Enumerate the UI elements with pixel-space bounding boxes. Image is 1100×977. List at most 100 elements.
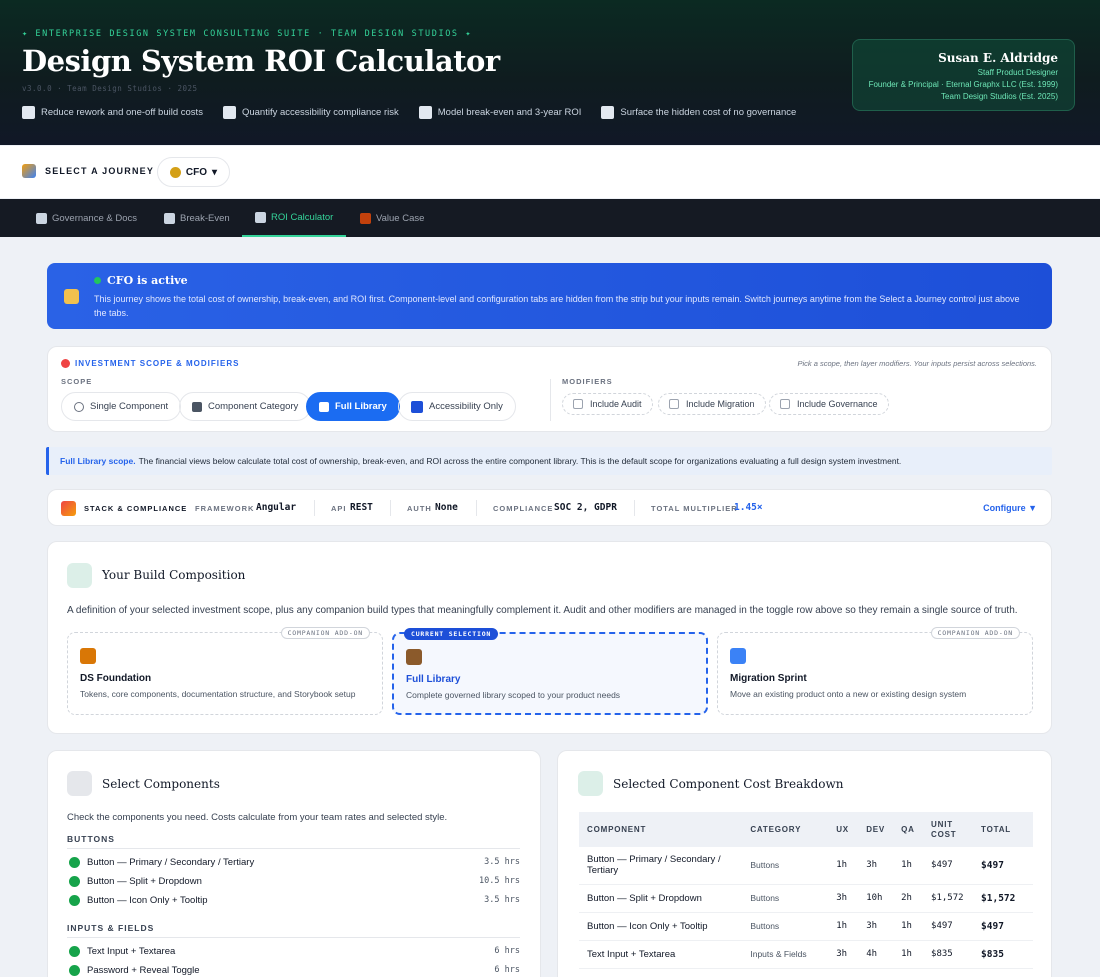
checkbox[interactable] xyxy=(573,399,583,409)
profile-role: Staff Product Designer xyxy=(977,68,1058,77)
companion-badge: COMPANION ADD-ON xyxy=(930,627,1020,639)
multiplier-value: 1.45× xyxy=(734,502,763,513)
modifier-include-governance[interactable]: Include Governance xyxy=(769,393,889,415)
component-row[interactable]: Button — Primary / Secondary / Tertiary 3… xyxy=(69,854,520,870)
select-components-card: Select Components Check the components y… xyxy=(47,750,541,977)
scope-option-label: Component Category xyxy=(208,401,299,412)
refresh-icon xyxy=(730,648,746,664)
clipboard-icon xyxy=(36,212,47,224)
component-row[interactable]: Text Input + Textarea 6 hrs xyxy=(69,943,520,959)
build-option-name: Full Library xyxy=(406,674,461,685)
divider xyxy=(314,500,315,516)
modifiers-label: MODIFIERS xyxy=(562,377,613,386)
banner-title-row: CFO is active xyxy=(94,274,188,287)
component-label: Button — Icon Only + Tooltip xyxy=(87,894,208,906)
value-prop-label: Reduce rework and one-off build costs xyxy=(41,107,203,118)
scope-option-single-component[interactable]: Single Component xyxy=(61,392,182,421)
banner-text: This journey shows the total cost of own… xyxy=(94,294,1020,318)
component-hours: 3.5 hrs xyxy=(484,857,520,867)
section-title: Your Build Composition xyxy=(102,568,246,582)
check-icon xyxy=(69,964,80,976)
check-icon xyxy=(69,856,80,868)
cell-total: $497 xyxy=(973,847,1033,885)
current-selection-badge: CURRENT SELECTION xyxy=(404,628,499,640)
cell-total: $497 xyxy=(973,912,1033,941)
money-bag-icon xyxy=(64,289,79,304)
build-option-ds-foundation[interactable]: COMPANION ADD-ON DS Foundation Tokens, c… xyxy=(67,627,383,715)
scope-option-label: Single Component xyxy=(90,401,169,412)
table-row: Text Input + Textarea Inputs & Fields 3h… xyxy=(579,940,1033,969)
cell-total: $835 xyxy=(973,940,1033,969)
accessibility-icon xyxy=(411,400,423,413)
value-prop-label: Quantify accessibility compliance risk xyxy=(241,107,399,118)
scope-label: SCOPE xyxy=(61,377,93,386)
tab-roi-calculator[interactable]: ROI Calculator xyxy=(242,199,347,237)
checkbox-icon xyxy=(67,771,92,796)
modifier-include-migration[interactable]: Include Migration xyxy=(658,393,766,415)
tab-value-case[interactable]: Value Case xyxy=(360,199,424,237)
section-title: Selected Component Cost Breakdown xyxy=(613,777,844,791)
value-prop-label: Model break-even and 3-year ROI xyxy=(437,107,582,118)
components-lead: Check the components you need. Costs cal… xyxy=(67,812,448,823)
target-icon xyxy=(67,563,92,588)
build-option-name: DS Foundation xyxy=(80,673,152,684)
cell-component: Button — Icon Only + Tooltip xyxy=(579,912,743,941)
cell-unit-cost: $497 xyxy=(923,912,974,941)
cell-category: Inputs & Fields xyxy=(742,940,829,969)
library-icon xyxy=(319,401,329,412)
checkbox[interactable] xyxy=(780,399,790,409)
value-prop: Model break-even and 3-year ROI xyxy=(418,106,582,119)
build-option-name: Migration Sprint xyxy=(730,673,807,684)
check-icon xyxy=(69,945,80,957)
component-hours: 6 hrs xyxy=(494,946,520,956)
cell-dev: 10h xyxy=(858,884,894,913)
build-option-migration-sprint[interactable]: COMPANION ADD-ON Migration Sprint Move a… xyxy=(717,627,1033,715)
modifier-label: Include Audit xyxy=(590,399,642,409)
scales-icon xyxy=(222,106,236,119)
cell-dev: 3h xyxy=(858,847,894,885)
journey-select[interactable]: CFO ▾ xyxy=(157,157,230,187)
chart-up-icon xyxy=(418,106,432,119)
money-bag-icon xyxy=(169,166,181,178)
scope-option-full-library[interactable]: Full Library xyxy=(306,392,400,421)
tab-governance[interactable]: Governance & Docs xyxy=(36,199,137,237)
component-row[interactable]: Button — Split + Dropdown 10.5 hrs xyxy=(69,873,520,889)
value-prop: Surface the hidden cost of no governance xyxy=(601,106,796,119)
api-label: API xyxy=(331,504,347,513)
scope-heading-text: INVESTMENT SCOPE & MODIFIERS xyxy=(75,359,240,368)
configure-button[interactable]: Configure ▼ xyxy=(983,503,1037,513)
scope-info-lead: Full Library scope. xyxy=(60,456,136,466)
scope-option-accessibility-only[interactable]: Accessibility Only xyxy=(398,392,516,421)
build-option-full-library[interactable]: CURRENT SELECTION Full Library Complete … xyxy=(392,628,708,715)
component-row[interactable]: Button — Icon Only + Tooltip 3.5 hrs xyxy=(69,892,520,908)
tab-label: ROI Calculator xyxy=(271,211,334,223)
scope-card: INVESTMENT SCOPE & MODIFIERS Pick a scop… xyxy=(47,346,1052,432)
check-icon xyxy=(69,875,80,887)
cost-breakdown-card: Selected Component Cost Breakdown COMPON… xyxy=(557,750,1052,977)
build-option-desc: Complete governed library scoped to your… xyxy=(406,690,621,700)
journey-bar: SELECT A JOURNEY CFO ▾ xyxy=(0,146,1100,198)
table-row: Button — Split + Dropdown Buttons 3h 10h… xyxy=(579,884,1033,913)
component-label: Button — Split + Dropdown xyxy=(87,875,202,887)
target-icon xyxy=(61,359,70,368)
value-prop: Quantify accessibility compliance risk xyxy=(222,106,399,119)
header-eyebrow: ✦ ENTERPRISE DESIGN SYSTEM CONSULTING SU… xyxy=(22,29,473,39)
cell-unit-cost: $497 xyxy=(923,847,974,885)
journey-banner: CFO is active This journey shows the tot… xyxy=(47,263,1052,329)
multiplier-label: TOTAL MULTIPLIER xyxy=(651,504,738,513)
cell-component: Text Input + Textarea xyxy=(579,940,743,969)
cell-dev: 4h xyxy=(858,940,894,969)
modifier-include-audit[interactable]: Include Audit xyxy=(562,393,653,415)
component-row[interactable]: Password + Reveal Toggle 6 hrs xyxy=(69,962,520,977)
build-option-desc: Tokens, core components, documentation s… xyxy=(80,689,356,699)
tab-break-even[interactable]: Break-Even xyxy=(164,199,230,237)
cell-total: $1,572 xyxy=(973,884,1033,913)
scope-option-component-category[interactable]: Component Category xyxy=(179,392,312,421)
compliance-value: SOC 2, GDPR xyxy=(554,502,617,513)
compliance-label: COMPLIANCE xyxy=(493,504,554,513)
checkbox[interactable] xyxy=(669,399,679,409)
tab-label: Governance & Docs xyxy=(52,212,138,224)
cell-qa: 1h xyxy=(893,847,924,885)
stack-title: STACK & COMPLIANCE xyxy=(84,504,188,513)
divider xyxy=(390,500,391,516)
